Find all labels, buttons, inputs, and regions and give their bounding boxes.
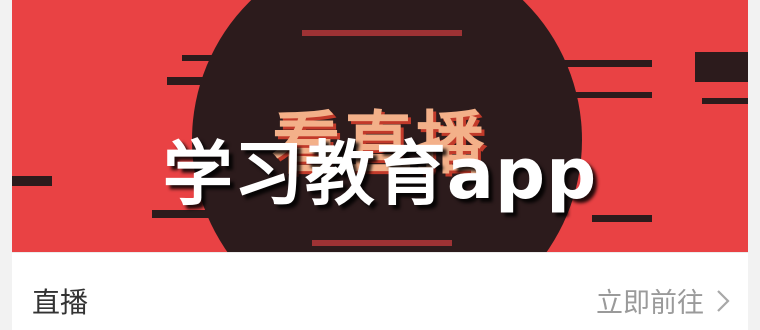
go-now-label: 立即前往	[596, 288, 704, 319]
go-now-link[interactable]: 立即前往	[596, 281, 730, 320]
banner-overlay-title: 学习教育app	[162, 133, 598, 215]
chevron-right-icon	[717, 289, 730, 312]
footer-label: 直播	[32, 286, 89, 319]
card-footer: 直播 立即前往	[12, 252, 748, 330]
live-card[interactable]: 看直播 学习教育app 直播 立即前往	[12, 0, 748, 330]
live-banner[interactable]: 看直播 学习教育app	[12, 0, 748, 252]
